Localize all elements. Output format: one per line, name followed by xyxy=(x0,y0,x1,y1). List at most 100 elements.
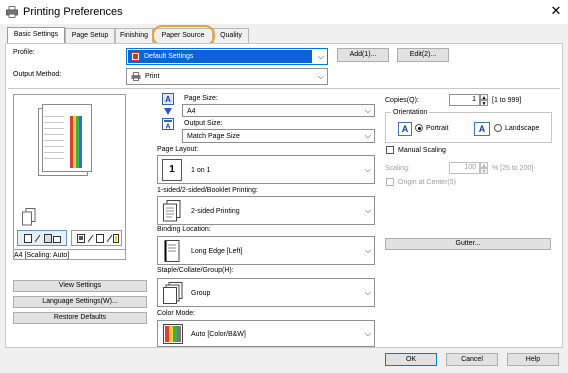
binding-edge-icon xyxy=(164,240,180,262)
output-size-label: Output Size: xyxy=(184,120,223,127)
printer-icon xyxy=(131,72,141,81)
chevron-down-icon: ⌵ xyxy=(317,71,324,81)
preview-mode-button-1[interactable] xyxy=(17,230,67,246)
profile-value: Default Settings xyxy=(144,53,194,60)
color-mode-icon xyxy=(163,324,183,344)
preview-caption: A4 [Scaling: Auto] xyxy=(14,252,70,259)
sided-label: 1-sided/2-sided/Booklet Printing: xyxy=(157,187,258,194)
layout-1on1-icon: 1 xyxy=(162,159,182,181)
manual-scaling-checkbox[interactable] xyxy=(386,146,394,154)
arrow-down-icon xyxy=(164,108,172,115)
restore-defaults-button[interactable]: Restore Defaults xyxy=(13,312,147,324)
manual-scaling-label: Manual Scaling xyxy=(398,147,446,154)
layout-view-icon xyxy=(77,234,119,243)
chevron-down-icon: ⌵ xyxy=(364,105,371,115)
preview-text-line xyxy=(44,158,64,159)
copies-down-button[interactable]: ▼ xyxy=(480,100,488,107)
staple-value: Group xyxy=(191,290,211,297)
window-title: Printing Preferences xyxy=(23,6,123,18)
output-method-dropdown[interactable]: Print ⌵ xyxy=(126,68,328,85)
language-settings-button[interactable]: Language Settings(W)... xyxy=(13,296,147,308)
profile-edit-button[interactable]: Edit(2)... xyxy=(397,48,449,62)
origin-center-checkbox[interactable] xyxy=(386,178,394,186)
sided-value: 2-sided Printing xyxy=(191,208,240,215)
chevron-down-icon: ⌵ xyxy=(364,131,371,140)
svg-text:A: A xyxy=(165,124,170,131)
close-icon[interactable]: ✕ xyxy=(548,3,564,19)
printer-icon xyxy=(6,6,18,18)
output-method-label: Output Method: xyxy=(13,71,62,78)
binding-dropdown[interactable]: Long Edge [Left] ⌵ xyxy=(157,236,375,265)
chevron-down-icon: ⌵ xyxy=(364,287,371,297)
portrait-icon: A xyxy=(398,122,412,136)
color-mode-dropdown[interactable]: Auto [Color/B&W] ⌵ xyxy=(157,320,375,347)
scaling-down-button[interactable]: ▼ xyxy=(480,168,488,175)
preview-color-bars xyxy=(70,116,86,168)
binding-value: Long Edge [Left] xyxy=(191,248,243,255)
profile-icon xyxy=(131,52,140,61)
profile-label: Profile: xyxy=(13,49,35,56)
preview-text-line xyxy=(44,128,64,129)
preview-mode-button-2[interactable] xyxy=(71,230,122,246)
preview-text-line xyxy=(44,152,64,153)
color-mode-label: Color Mode: xyxy=(157,310,196,317)
preview-text-line xyxy=(44,146,64,147)
preview-caption-bar: A4 [Scaling: Auto] xyxy=(13,249,126,260)
copies-stack-icon xyxy=(22,208,36,226)
page-view-icon xyxy=(24,234,61,243)
page-size-icon: A xyxy=(162,93,174,105)
divider xyxy=(8,88,560,89)
chevron-down-icon: ⌵ xyxy=(317,51,324,61)
duplex-icon xyxy=(163,200,181,222)
copies-range: [1 to 999] xyxy=(492,97,522,104)
profile-add-button[interactable]: Add(1)... xyxy=(337,48,389,62)
copies-label: Copies(Q): xyxy=(385,97,419,104)
group-icon xyxy=(163,282,183,304)
preview-text-line xyxy=(44,116,64,117)
origin-center-label: Origin at Center(5) xyxy=(398,179,456,186)
page-layout-dropdown[interactable]: 1 1 on 1 ⌵ xyxy=(157,155,375,184)
page-size-dropdown[interactable]: A4 ⌵ xyxy=(182,104,375,117)
landscape-radio[interactable] xyxy=(494,124,502,132)
output-method-value: Print xyxy=(145,73,160,80)
binding-label: Binding Location: xyxy=(157,226,211,233)
preview-text-line xyxy=(44,140,64,141)
output-size-value: Match Page Size xyxy=(187,133,240,140)
tab-page-setup[interactable]: Page Setup xyxy=(65,28,115,43)
page-layout-label: Page Layout: xyxy=(157,146,199,153)
color-bar xyxy=(79,116,82,168)
profile-dropdown[interactable]: Default Settings ⌵ xyxy=(126,48,328,65)
chevron-down-icon: ⌵ xyxy=(364,164,371,174)
preview-text-line xyxy=(44,122,64,123)
copies-input[interactable]: 1 xyxy=(449,94,480,106)
scaling-label: Scaling: xyxy=(385,165,410,172)
landscape-label: Landscape xyxy=(505,125,540,132)
view-settings-button[interactable]: View Settings xyxy=(13,280,147,292)
tab-quality[interactable]: Quality xyxy=(213,28,249,43)
page-size-label: Page Size: xyxy=(184,95,218,102)
staple-label: Staple/Collate/Group(H): xyxy=(157,267,234,274)
chevron-down-icon: ⌵ xyxy=(364,205,371,215)
portrait-radio[interactable] xyxy=(415,124,423,132)
scaling-input[interactable]: 100 xyxy=(449,162,480,174)
page-size-value: A4 xyxy=(187,108,196,115)
preview-text-line xyxy=(44,134,64,135)
sided-dropdown[interactable]: 2-sided Printing ⌵ xyxy=(157,196,375,225)
cancel-button[interactable]: Cancel xyxy=(446,353,498,366)
page-layout-value: 1 on 1 xyxy=(191,167,211,174)
gutter-button[interactable]: Gutter... xyxy=(385,238,551,250)
output-size-icon: A xyxy=(162,118,174,130)
ok-button[interactable]: OK xyxy=(385,353,437,366)
color-mode-value: Auto [Color/B&W] xyxy=(191,331,246,338)
svg-text:A: A xyxy=(165,95,171,104)
orientation-label: Orientation xyxy=(391,108,430,117)
scaling-range: % [25 to 200] xyxy=(492,165,534,172)
chevron-down-icon: ⌵ xyxy=(364,245,371,255)
tab-basic-settings[interactable]: Basic Settings xyxy=(7,27,65,44)
output-size-dropdown[interactable]: Match Page Size ⌵ xyxy=(182,129,375,143)
help-button[interactable]: Help xyxy=(507,353,559,366)
tab-finishing[interactable]: Finishing xyxy=(115,28,153,43)
staple-dropdown[interactable]: Group ⌵ xyxy=(157,278,375,307)
landscape-icon: A xyxy=(474,122,490,136)
portrait-label: Portrait xyxy=(426,125,449,132)
